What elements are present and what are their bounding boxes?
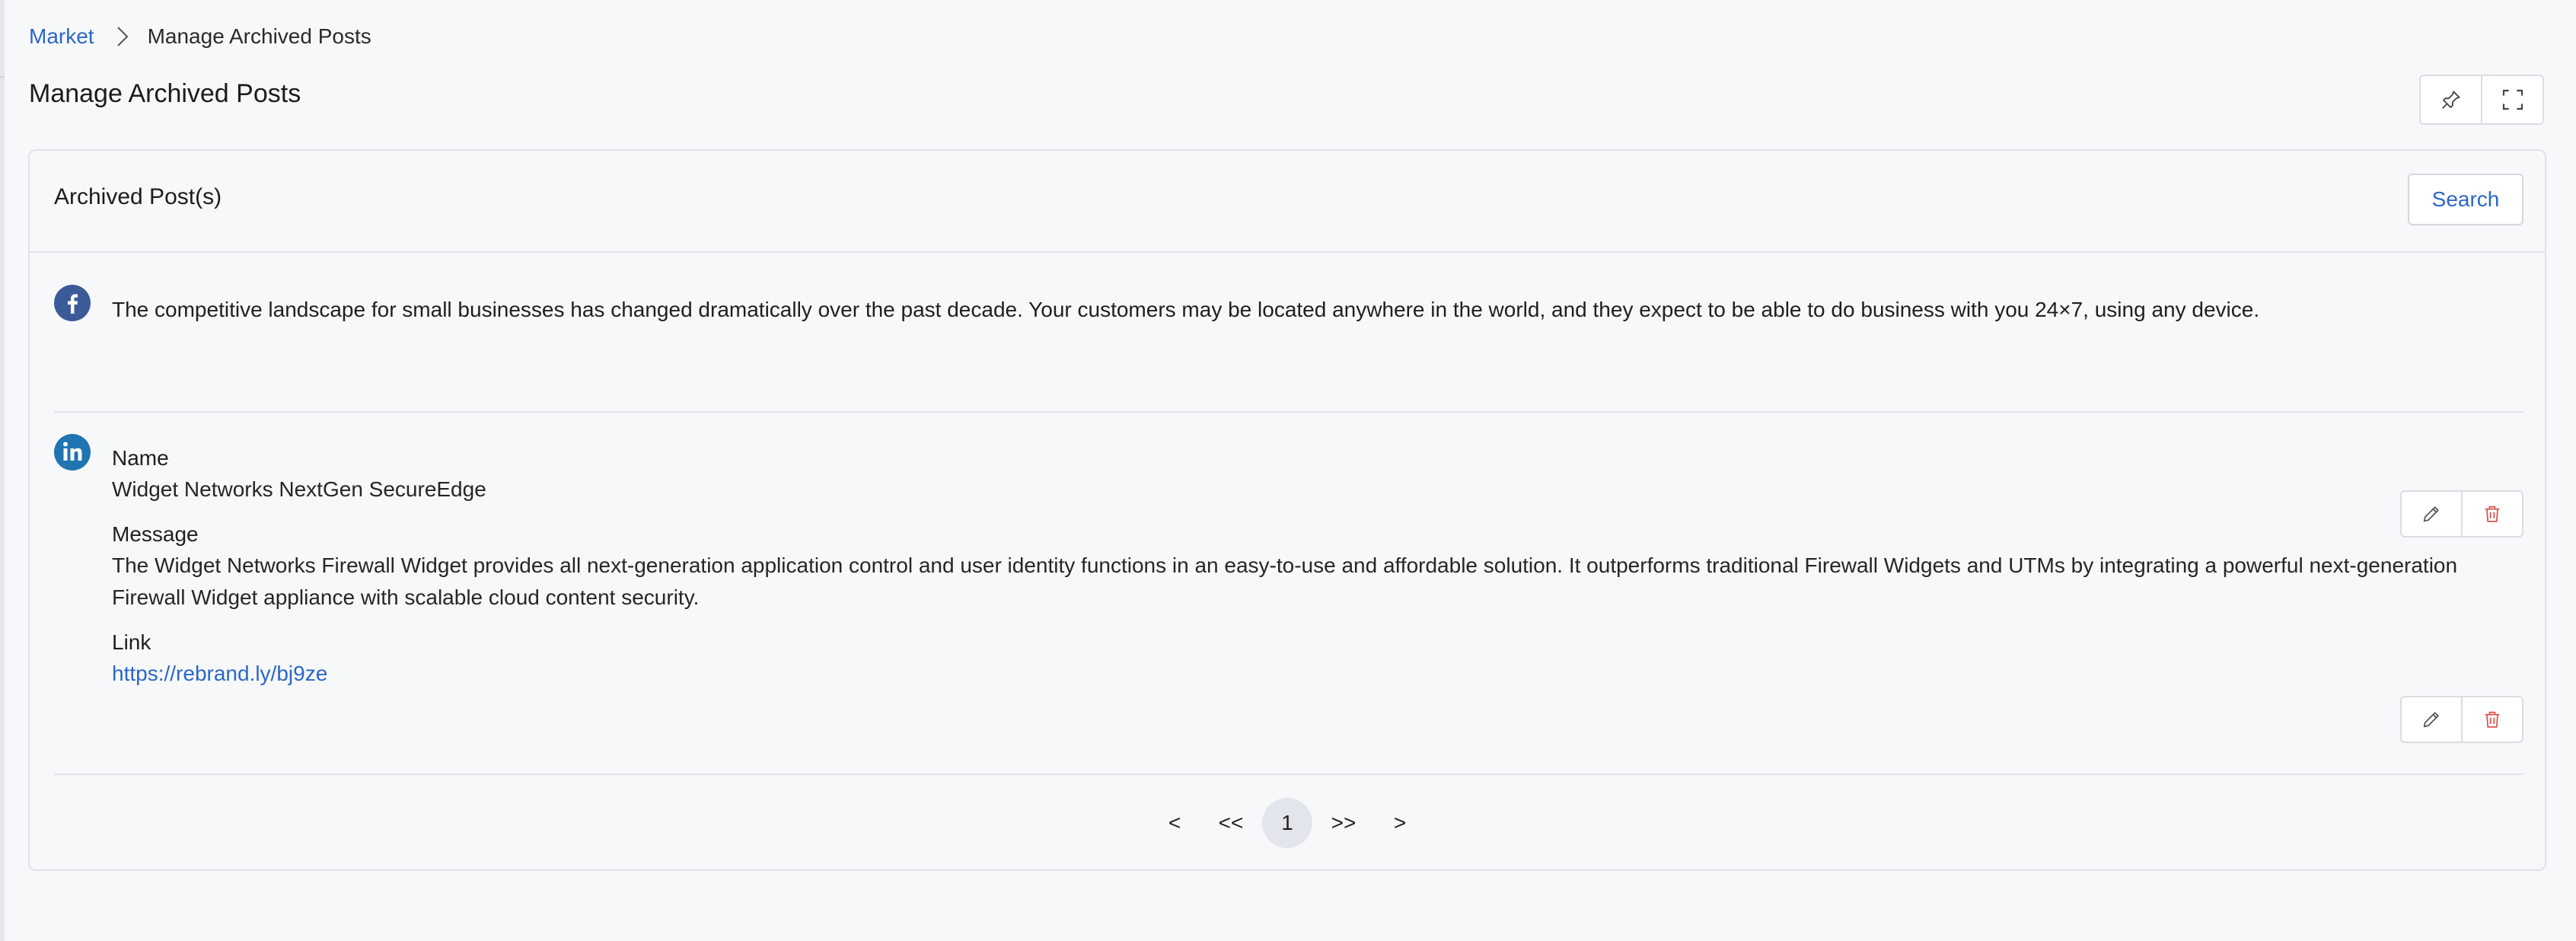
prev-page-button[interactable]: < [1149, 798, 1200, 848]
current-page-button[interactable]: 1 [1262, 798, 1312, 848]
link-value-row: https://rebrand.ly/bj9ze [112, 658, 2525, 690]
next-page-button[interactable]: > [1375, 798, 1425, 848]
pin-button[interactable] [2421, 76, 2481, 123]
breadcrumb-market-link[interactable]: Market [29, 24, 94, 49]
pin-icon [2441, 91, 2460, 109]
breadcrumb-current: Manage Archived Posts [147, 24, 371, 48]
page-title: Manage Archived Posts [29, 79, 301, 108]
post-text: The competitive landscape for small busi… [112, 298, 2260, 321]
post-actions [2400, 696, 2523, 743]
post-divider [54, 774, 2523, 775]
pagination: < << 1 >> > [30, 798, 2545, 848]
edit-button[interactable] [2402, 697, 2461, 742]
fullscreen-icon [2502, 89, 2523, 110]
linkedin-icon [54, 434, 91, 470]
card-title: Archived Post(s) [54, 184, 222, 209]
first-page-button[interactable]: << [1206, 798, 1256, 848]
last-page-button[interactable]: >> [1318, 798, 1369, 848]
chevron-right-icon [114, 21, 131, 52]
archived-posts-card: Archived Post(s) Search The competitive … [28, 149, 2546, 871]
card-header: Archived Post(s) Search [30, 151, 2545, 253]
page-toolbar [2419, 75, 2544, 125]
name-value: Widget Networks NextGen SecureEdge [112, 477, 486, 501]
trash-icon [2485, 711, 2500, 728]
search-button[interactable]: Search [2408, 174, 2523, 225]
archived-post: Name Widget Networks NextGen SecureEdge … [54, 413, 2523, 775]
fullscreen-button[interactable] [2481, 76, 2543, 123]
message-label: Message [112, 522, 199, 546]
delete-button[interactable] [2461, 697, 2522, 742]
link-label: Link [112, 630, 151, 654]
message-value: The Widget Networks Firewall Widget prov… [112, 553, 2458, 609]
breadcrumb: Market Manage Archived Posts [29, 21, 371, 52]
left-edge-rule [0, 0, 5, 941]
pencil-icon [2423, 712, 2439, 728]
facebook-icon [54, 285, 91, 321]
post-link[interactable]: https://rebrand.ly/bj9ze [112, 662, 327, 685]
left-edge-tick [0, 76, 5, 78]
name-label: Name [112, 446, 169, 470]
